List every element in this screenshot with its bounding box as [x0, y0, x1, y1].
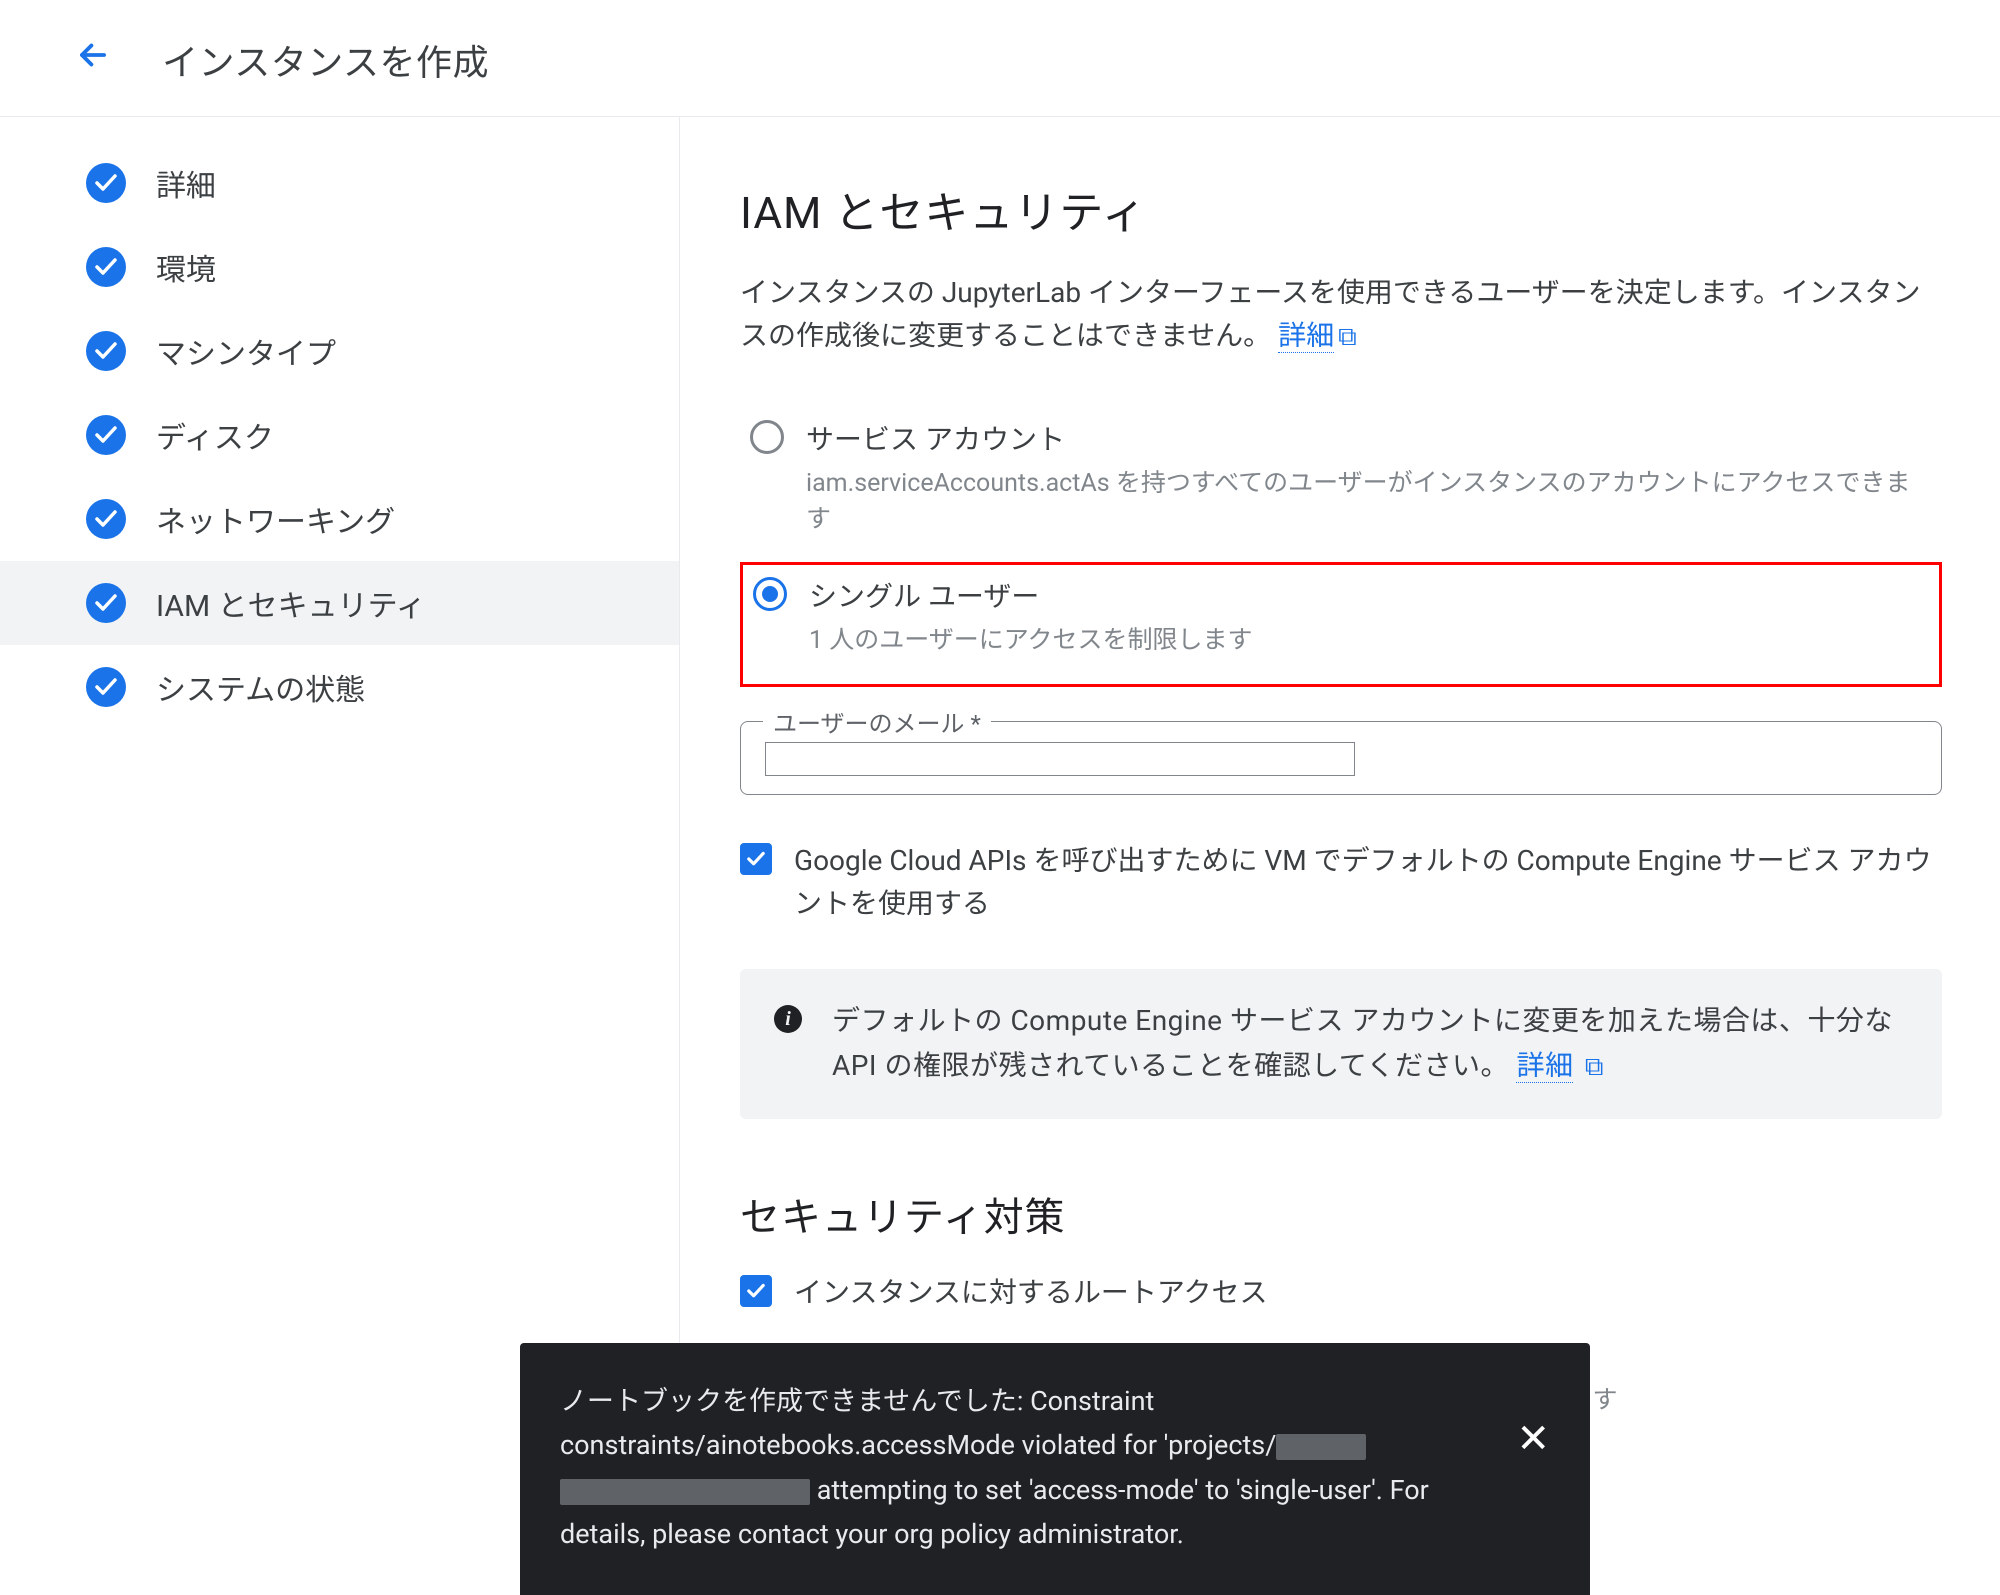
- toast-message: ノートブックを作成できませんでした: Constraint constraint…: [560, 1379, 1486, 1557]
- error-toast: ノートブックを作成できませんでした: Constraint constraint…: [520, 1343, 1590, 1595]
- check-icon: [86, 415, 126, 455]
- info-banner: i デフォルトの Compute Engine サービス アカウントに変更を加え…: [740, 969, 1942, 1119]
- info-details-link[interactable]: 詳細: [1516, 1049, 1573, 1083]
- sidebar-item-label: 詳細: [156, 161, 216, 205]
- check-icon: [86, 499, 126, 539]
- check-icon: [86, 163, 126, 203]
- checkbox-checked-icon: [740, 843, 772, 875]
- sidebar-item-label: IAM とセキュリティ: [156, 581, 426, 625]
- user-email-field: ユーザーのメール *: [740, 721, 1942, 795]
- check-icon: [86, 583, 126, 623]
- sidebar-item-system-state[interactable]: システムの状態: [0, 645, 679, 729]
- sidebar-item-disk[interactable]: ディスク: [0, 393, 679, 477]
- external-link-icon: ⧉: [1585, 1052, 1604, 1082]
- sidebar-item-label: 環境: [156, 245, 216, 289]
- radio-label: シングル ユーザー: [809, 575, 1253, 615]
- sidebar: 詳細 環境 マシンタイプ ディスク ネットワーキング IAM とセキュリティ シ…: [0, 117, 680, 1544]
- radio-sublabel: 1 人のユーザーにアクセスを制限します: [809, 623, 1253, 659]
- page-title: インスタンスを作成: [162, 34, 489, 86]
- info-text: デフォルトの Compute Engine サービス アカウントに変更を加えた場…: [832, 1004, 1893, 1082]
- close-icon[interactable]: ✕: [1516, 1379, 1550, 1459]
- radio-label: サービス アカウント: [806, 418, 1924, 458]
- radio-single-user[interactable]: シングル ユーザー 1 人のユーザーにアクセスを制限します: [743, 565, 1939, 683]
- back-arrow-icon[interactable]: [74, 36, 112, 84]
- root-access-checkbox-row[interactable]: インスタンスに対するルートアクセス: [740, 1271, 1942, 1311]
- radio-icon: [750, 420, 784, 454]
- sidebar-item-networking[interactable]: ネットワーキング: [0, 477, 679, 561]
- access-mode-radio-group: サービス アカウント iam.serviceAccounts.actAs を持つ…: [740, 402, 1942, 701]
- header: インスタンスを作成: [0, 0, 2000, 117]
- sidebar-item-iam-security[interactable]: IAM とセキュリティ: [0, 561, 679, 645]
- checkbox-label: インスタンスに対するルートアクセス: [794, 1271, 1267, 1311]
- redacted-text: [560, 1479, 810, 1505]
- sidebar-item-label: ディスク: [156, 413, 274, 457]
- sidebar-item-label: マシンタイプ: [156, 329, 336, 373]
- iam-section-desc: インスタンスの JupyterLab インターフェースを使用できるユーザーを決定…: [740, 271, 1942, 358]
- use-default-sa-checkbox-row[interactable]: Google Cloud APIs を呼び出すために VM でデフォルトの Co…: [740, 839, 1942, 926]
- radio-sublabel: iam.serviceAccounts.actAs を持つすべてのユーザーがイン…: [806, 466, 1924, 539]
- details-link[interactable]: 詳細: [1278, 319, 1334, 353]
- sidebar-item-machine-type[interactable]: マシンタイプ: [0, 309, 679, 393]
- sidebar-item-label: ネットワーキング: [156, 497, 395, 541]
- check-icon: [86, 247, 126, 287]
- radio-service-account[interactable]: サービス アカウント iam.serviceAccounts.actAs を持つ…: [740, 408, 1942, 563]
- radio-icon: [753, 577, 787, 611]
- check-icon: [86, 331, 126, 371]
- redacted-text: [1276, 1434, 1366, 1460]
- toast-text-1: ノートブックを作成できませんでした: Constraint constraint…: [560, 1385, 1276, 1462]
- check-icon: [86, 667, 126, 707]
- main-panel: IAM とセキュリティ インスタンスの JupyterLab インターフェースを…: [680, 117, 2000, 1544]
- security-section-title: セキュリティ対策: [740, 1185, 1942, 1243]
- checkbox-label: Google Cloud APIs を呼び出すために VM でデフォルトの Co…: [794, 839, 1942, 926]
- iam-section-title: IAM とセキュリティ: [740, 177, 1942, 241]
- field-label: ユーザーのメール *: [763, 704, 991, 739]
- sidebar-item-details[interactable]: 詳細: [0, 141, 679, 225]
- user-email-input[interactable]: [765, 742, 1355, 776]
- sidebar-item-label: システムの状態: [156, 665, 365, 709]
- sidebar-item-environment[interactable]: 環境: [0, 225, 679, 309]
- highlight-annotation: シングル ユーザー 1 人のユーザーにアクセスを制限します: [740, 562, 1942, 686]
- info-icon: i: [774, 1005, 802, 1033]
- external-link-icon: ⧉: [1338, 322, 1357, 352]
- checkbox-checked-icon: [740, 1275, 772, 1307]
